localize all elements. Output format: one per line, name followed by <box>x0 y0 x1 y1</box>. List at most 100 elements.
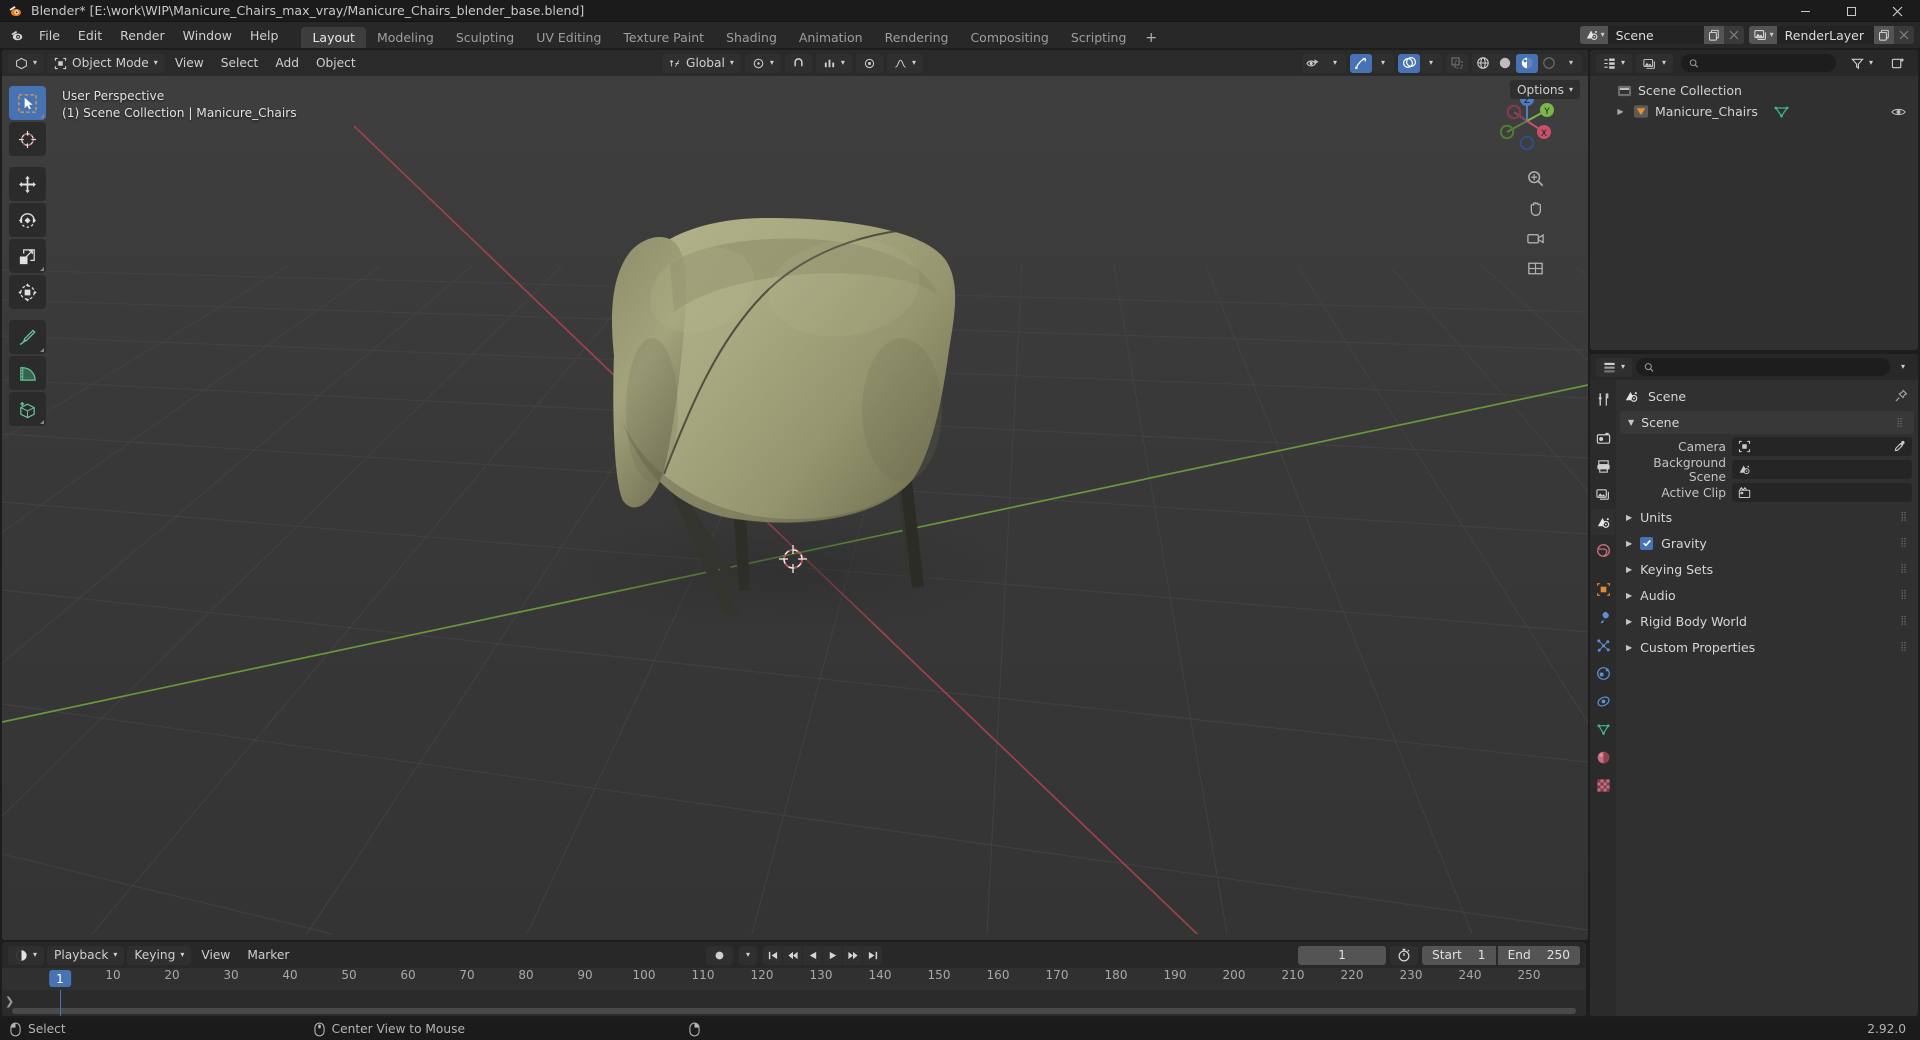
properties-search-field[interactable] <box>1659 360 1882 374</box>
use-preview-range-button[interactable] <box>1390 945 1419 965</box>
snap-settings-dropdown[interactable]: ▾ <box>815 53 852 73</box>
workspace-tab-sculpting[interactable]: Sculpting <box>445 27 525 48</box>
timeline-editor[interactable]: ▾ Playback ▾ Keying ▾ View Marker ▾ 1 St… <box>2 942 1586 1016</box>
new-scene-button[interactable] <box>1703 26 1724 44</box>
outliner-display-mode-dropdown[interactable]: ▾ <box>1636 53 1674 73</box>
overlays-dropdown[interactable]: ▾ <box>1420 54 1442 73</box>
object-tab[interactable] <box>1591 576 1615 602</box>
camera-view-icon[interactable] <box>1525 228 1546 249</box>
3d-viewport[interactable]: User Perspective (1) Scene Collection | … <box>2 50 1588 940</box>
visibility-dropdown[interactable]: ▾ <box>1324 54 1346 73</box>
gravity-checkbox[interactable] <box>1640 536 1654 550</box>
object-visibility-icon[interactable] <box>1302 54 1324 73</box>
workspace-tab-compositing[interactable]: Compositing <box>959 27 1059 48</box>
object-data-tab[interactable] <box>1591 716 1615 742</box>
outliner-editor[interactable]: ▾ ▾ ▾ Scene Collection ▶ Manicure_Chairs <box>1590 50 1918 350</box>
play-reverse-button[interactable] <box>803 945 823 965</box>
timeline-menu-playback[interactable]: Playback ▾ <box>47 945 125 965</box>
timeline-sidebar-toggle[interactable]: ❯ <box>5 995 14 1008</box>
workspace-tab-animation[interactable]: Animation <box>788 27 874 48</box>
scene-selector[interactable]: ▾ Scene <box>1579 26 1744 44</box>
shading-dropdown[interactable]: ▾ <box>1560 54 1582 73</box>
outliner-row-scene-collection[interactable]: Scene Collection <box>1590 80 1918 101</box>
properties-editor[interactable]: ▾ ▾ Scene ▼ Scene ⣿ Camera Background Sc… <box>1590 354 1918 1016</box>
keying-sets-panel[interactable]: ▶ Keying Sets ⣿ <box>1616 557 1918 581</box>
viewport-menu-view[interactable]: View <box>168 54 211 73</box>
active-clip-field[interactable] <box>1732 483 1912 502</box>
transform-orientation-dropdown[interactable]: Global ▾ <box>662 53 741 73</box>
units-panel[interactable]: ▶ Units ⣿ <box>1616 505 1918 529</box>
world-tab[interactable] <box>1591 537 1615 563</box>
camera-eyedropper-icon[interactable] <box>1893 440 1906 453</box>
workspace-tab-texture-paint[interactable]: Texture Paint <box>612 27 715 48</box>
timeline-editor-type-button[interactable]: ▾ <box>8 945 45 965</box>
outliner-editor-type-button[interactable]: ▾ <box>1596 53 1633 73</box>
workspace-tab-rendering[interactable]: Rendering <box>874 27 960 48</box>
viewport-scene[interactable] <box>2 50 1588 940</box>
interaction-mode-dropdown[interactable]: Object Mode ▾ <box>47 53 165 73</box>
properties-editor-type-button[interactable]: ▾ <box>1596 357 1633 377</box>
workspace-tab-layout[interactable]: Layout <box>301 27 366 48</box>
workspace-tab-modeling[interactable]: Modeling <box>366 27 445 48</box>
add-workspace-button[interactable]: + <box>1137 27 1165 48</box>
pin-id-icon[interactable] <box>1894 389 1908 403</box>
camera-field[interactable] <box>1732 437 1912 456</box>
transform-tool[interactable] <box>9 275 46 309</box>
snap-pivot-dropdown[interactable]: ▾ <box>744 53 781 73</box>
proportional-falloff-dropdown[interactable]: ▾ <box>886 53 923 73</box>
material-tab[interactable] <box>1591 744 1615 770</box>
scale-tool[interactable] <box>9 239 46 273</box>
outliner-search-field[interactable] <box>1703 56 1828 70</box>
tweak-select-box-tool[interactable] <box>9 86 46 120</box>
add-cube-tool[interactable] <box>9 392 46 426</box>
jump-to-next-keyframe-button[interactable] <box>843 945 863 965</box>
particles-tab[interactable] <box>1591 632 1615 658</box>
cursor-tool[interactable] <box>9 122 46 156</box>
menu-edit[interactable]: Edit <box>69 25 111 45</box>
auto-keying-toggle[interactable] <box>705 945 733 965</box>
play-button[interactable] <box>823 945 843 965</box>
editor-type-button[interactable]: ▾ <box>8 53 45 73</box>
snap-toggle-button[interactable] <box>784 53 812 73</box>
output-tab[interactable] <box>1591 453 1615 479</box>
toggle-orthographic-icon[interactable] <box>1525 258 1546 279</box>
viewport-menu-object[interactable]: Object <box>309 54 363 73</box>
hide-in-viewport-icon[interactable] <box>1891 106 1906 118</box>
current-frame-field[interactable]: 1 <box>1298 945 1387 965</box>
menu-help[interactable]: Help <box>241 25 288 45</box>
proportional-editing-toggle[interactable] <box>855 53 883 73</box>
measure-tool[interactable] <box>9 356 46 390</box>
toggle-xray-button[interactable] <box>1446 54 1468 73</box>
scene-panel-header[interactable]: ▼ Scene ⣿ <box>1620 411 1914 434</box>
new-view-layer-button[interactable] <box>1874 26 1894 44</box>
workspace-tab-uv-editing[interactable]: UV Editing <box>525 27 612 48</box>
jump-to-end-button[interactable] <box>863 945 883 965</box>
menu-render[interactable]: Render <box>111 25 174 45</box>
move-view-icon[interactable] <box>1525 198 1546 219</box>
show-gizmo-toggle[interactable] <box>1350 53 1372 73</box>
playhead-frame-indicator[interactable]: 1 <box>49 970 71 987</box>
outliner-row-manicure-chairs[interactable]: ▶ Manicure_Chairs <box>1590 101 1918 122</box>
jump-to-prev-keyframe-button[interactable] <box>783 945 803 965</box>
timeline-track-area[interactable]: ❯ <box>2 990 1586 1016</box>
menu-window[interactable]: Window <box>174 25 241 45</box>
view-layer-name-field[interactable]: RenderLayer <box>1776 26 1874 44</box>
wireframe-shading-button[interactable] <box>1472 54 1494 73</box>
audio-panel[interactable]: ▶ Audio ⣿ <box>1616 583 1918 607</box>
solid-shading-button[interactable] <box>1494 54 1516 73</box>
rigid-body-world-panel[interactable]: ▶ Rigid Body World ⣿ <box>1616 609 1918 633</box>
end-frame-field[interactable]: End 250 <box>1497 945 1580 965</box>
mesh-data-icon[interactable] <box>1773 105 1790 119</box>
scene-tab[interactable] <box>1591 509 1615 535</box>
viewport-menu-add[interactable]: Add <box>268 54 306 73</box>
remove-view-layer-button[interactable] <box>1894 26 1914 44</box>
material-preview-shading-button[interactable] <box>1516 53 1538 73</box>
maximize-button[interactable] <box>1828 0 1874 22</box>
texture-tab[interactable] <box>1591 772 1615 798</box>
modifier-tab[interactable] <box>1591 604 1615 630</box>
unlink-scene-button[interactable] <box>1723 26 1744 44</box>
timeline-menu-view[interactable]: View <box>194 946 237 965</box>
physics-tab[interactable] <box>1591 660 1615 686</box>
rotate-tool[interactable] <box>9 203 46 237</box>
start-frame-field[interactable]: Start 1 <box>1422 945 1496 965</box>
